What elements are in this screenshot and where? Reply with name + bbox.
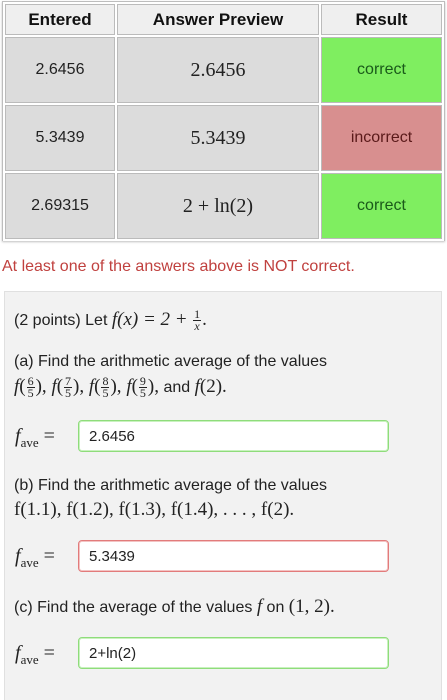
answer-input-part-b[interactable] (78, 540, 389, 572)
part-b-prompt: (b) Find the arithmetic average of the v… (14, 477, 328, 494)
table-row: 2.69315 2 + ln(2) correct (5, 173, 442, 239)
preview-cell: 2 + ln(2) (117, 173, 319, 239)
problem-panel: (2 points) Let f(x) = 2 + 1x. (a) Find t… (4, 291, 442, 700)
column-header-answer-preview: Answer Preview (117, 4, 319, 35)
table-row: 2.6456 2.6456 correct (5, 37, 442, 103)
results-header-row: Entered Answer Preview Result (5, 4, 442, 35)
part-b-values: f(1.1), f(1.2), f(1.3), f(1.4), . . . , … (14, 499, 295, 520)
fave-label-a: fave = (15, 425, 55, 450)
answer-input-part-c[interactable] (78, 637, 389, 669)
preview-cell: 5.3439 (117, 105, 319, 171)
entered-cell: 2.69315 (5, 173, 115, 239)
preview-cell: 2.6456 (117, 37, 319, 103)
problem-statement: (2 points) Let f(x) = 2 + 1x. (14, 307, 207, 334)
entered-cell: 5.3439 (5, 105, 115, 171)
result-cell-correct: correct (321, 37, 442, 103)
results-table-container: Entered Answer Preview Result 2.6456 2.6… (2, 1, 445, 241)
result-cell-correct: correct (321, 173, 442, 239)
points-label: (2 points) Let (14, 312, 108, 329)
part-a-prompt: (a) Find the arithmetic average of the v… (14, 353, 328, 370)
alert-message: At least one of the answers above is NOT… (2, 258, 355, 275)
entered-cell: 2.6456 (5, 37, 115, 103)
result-cell-incorrect: incorrect (321, 105, 442, 171)
results-table: Entered Answer Preview Result 2.6456 2.6… (3, 2, 444, 241)
column-header-entered: Entered (5, 4, 115, 35)
table-row: 5.3439 5.3439 incorrect (5, 105, 442, 171)
part-c-prompt: (c) Find the average of the values f on … (14, 596, 335, 617)
fave-label-b: fave = (15, 545, 55, 570)
answer-input-part-a[interactable] (78, 420, 389, 452)
part-a-values: f(6 5), f(7 5), f(8 5), f(9 5), and f(2). (14, 374, 227, 401)
fave-label-c: fave = (15, 642, 55, 667)
fraction-one-over-x: 1x (193, 307, 202, 334)
column-header-result: Result (321, 4, 442, 35)
function-definition: f(x) = 2 + (111, 309, 188, 330)
